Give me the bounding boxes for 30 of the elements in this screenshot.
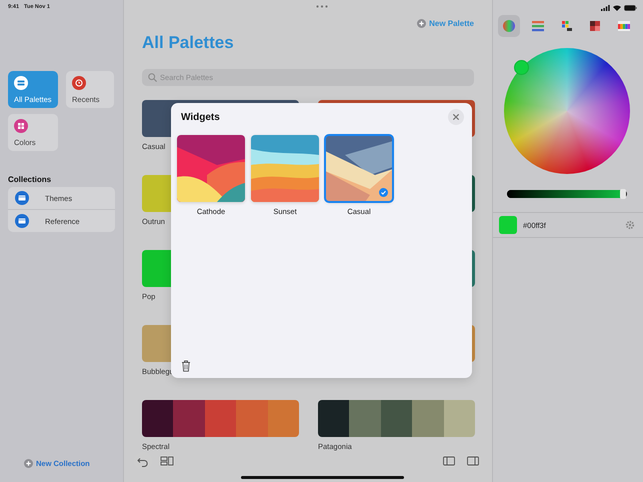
trash-icon[interactable]	[181, 360, 191, 372]
plus-icon	[417, 18, 426, 28]
more-icon[interactable]	[316, 5, 328, 8]
swatch-grid-icon	[560, 19, 574, 33]
list-icon	[14, 76, 28, 90]
gradient-square-icon	[588, 19, 602, 33]
plus-icon	[24, 459, 33, 468]
color-wheel-handle[interactable]	[514, 60, 529, 75]
widget-thumbnail[interactable]	[251, 135, 319, 202]
page-title: All Palettes	[142, 33, 235, 54]
grid-icon	[14, 119, 28, 133]
palette-swatch[interactable]	[142, 400, 299, 437]
color-swatch	[499, 216, 517, 234]
color-wheel-icon	[502, 19, 516, 33]
folder-icon	[15, 191, 29, 205]
sheet-title: Widgets	[181, 112, 220, 122]
close-icon[interactable]	[448, 109, 464, 125]
palette-strip-icon	[617, 19, 631, 33]
widget-thumbnail[interactable]	[177, 135, 245, 202]
folder-icon	[15, 214, 29, 228]
sliders-icon	[530, 19, 545, 33]
search-icon	[148, 73, 157, 82]
palette-swatch[interactable]	[318, 400, 475, 437]
checkmark-icon	[379, 188, 388, 197]
signal-icon	[601, 5, 610, 11]
widget-thumbnail[interactable]	[325, 135, 393, 202]
wifi-icon	[613, 5, 621, 11]
clock-icon	[72, 76, 86, 90]
section-header: Collections	[8, 175, 52, 184]
battery-icon	[624, 5, 637, 11]
